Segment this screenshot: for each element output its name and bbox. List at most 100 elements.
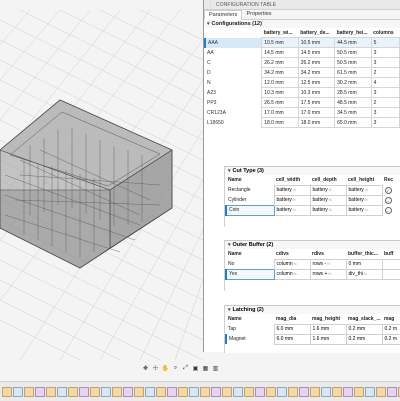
cell-value[interactable]: 12.5 mm <box>297 77 336 88</box>
cell-value[interactable]: 0.2 m <box>381 333 400 345</box>
cell-value[interactable]: 0 mm <box>345 258 383 270</box>
col-battery-depth[interactable]: battery_de... <box>298 28 334 38</box>
col-rdivs[interactable]: rdivs <box>310 249 346 259</box>
cell-value[interactable]: 17.0 mm <box>297 107 336 118</box>
timeline-feature[interactable] <box>79 386 89 397</box>
table-row[interactable]: L18650 18.0 mm 18.0 mm 65.0 mm 3 <box>205 117 400 128</box>
orbit-icon[interactable]: ✥ <box>142 365 149 372</box>
cell-value[interactable]: 4 <box>370 77 400 88</box>
timeline-feature[interactable] <box>211 386 221 397</box>
col-cell-depth[interactable]: cell_depth <box>310 175 346 185</box>
row-name[interactable]: Rectangle <box>226 185 274 195</box>
chevron-down-icon[interactable]: ▾ <box>228 307 231 313</box>
configurations-header[interactable]: ▾ Configurations (12) <box>204 20 400 28</box>
row-name[interactable]: Cylinder <box>226 195 274 205</box>
fx-icon[interactable]: fx <box>293 197 296 202</box>
fx-icon[interactable]: fx <box>294 261 297 266</box>
timeline-feature[interactable] <box>244 386 254 397</box>
fx-icon[interactable]: fx <box>329 187 332 192</box>
table-row[interactable]: No columnfx rows -fx 0 mm <box>226 258 400 270</box>
timeline-feature[interactable] <box>288 386 298 397</box>
table-row[interactable]: Cylinder batteryfx batteryfx batteryfx – <box>226 194 400 206</box>
cell-value[interactable]: 0.2 mm <box>345 323 383 335</box>
cell-value[interactable]: 10.5 mm <box>297 37 336 48</box>
col-cell-width[interactable]: cell_width <box>274 175 310 185</box>
table-row[interactable]: PP3 26.5 mm 17.5 mm 48.5 mm 2 <box>205 97 400 108</box>
timeline-feature[interactable] <box>365 386 375 397</box>
config-name[interactable]: N <box>205 78 262 88</box>
timeline-feature[interactable] <box>376 386 386 397</box>
toggle-cell[interactable]: ✓ <box>382 185 400 195</box>
grip-icon[interactable]: ⋮ <box>208 2 213 8</box>
col-cell-height[interactable]: cell_height <box>346 175 382 185</box>
cell-value[interactable]: columnfx <box>273 258 311 270</box>
tab-properties[interactable]: Properties <box>242 10 275 19</box>
viewports-icon[interactable]: ▥ <box>212 365 219 372</box>
timeline-feature[interactable] <box>354 386 364 397</box>
timeline-feature[interactable] <box>46 386 56 397</box>
timeline-feature[interactable] <box>90 386 100 397</box>
cell-value[interactable]: rows -fx <box>309 258 347 270</box>
timeline-feature[interactable] <box>321 386 331 397</box>
fx-icon[interactable]: fx <box>364 271 367 276</box>
cell-value[interactable]: 26.2 mm <box>261 57 299 68</box>
outer-buffer-header[interactable]: ▾ Outer Buffer (2) <box>225 241 400 249</box>
col-cdivs[interactable]: cdivs <box>274 249 310 259</box>
minus-icon[interactable]: – <box>384 196 392 204</box>
tab-parameters[interactable]: Parameters <box>204 10 243 20</box>
cell-value[interactable]: 34.2 mm <box>261 67 299 78</box>
timeline-feature[interactable] <box>112 386 122 397</box>
cell-value[interactable]: 26.5 mm <box>261 97 299 108</box>
table-row[interactable]: Rectangle batteryfx batteryfx batteryfx … <box>226 184 400 196</box>
fx-icon[interactable]: fx <box>365 207 368 212</box>
timeline-feature[interactable] <box>310 386 320 397</box>
cell-value[interactable]: 14.5 mm <box>261 47 299 58</box>
row-name[interactable]: Tap <box>226 324 274 334</box>
cell-value[interactable]: 10.3 mm <box>261 87 299 98</box>
fx-icon[interactable]: fx <box>329 197 332 202</box>
col-buffer-thickness[interactable]: buffer_thic... <box>346 249 382 259</box>
timeline-feature[interactable] <box>156 386 166 397</box>
check-icon[interactable]: ✓ <box>384 186 392 194</box>
timeline-feature[interactable] <box>57 386 67 397</box>
fx-icon[interactable]: fx <box>327 261 330 266</box>
cell-value[interactable]: 44.5 mm <box>334 37 372 48</box>
row-name[interactable]: Coin <box>225 204 275 216</box>
timeline-feature[interactable] <box>255 386 265 397</box>
table-row[interactable]: D 34.2 mm 34.2 mm 61.5 mm 2 <box>205 67 400 78</box>
cell-value[interactable]: 2 <box>370 97 400 108</box>
table-row[interactable]: Magnet 6.0 mm 1.6 mm 0.2 mm 0.2 m <box>225 333 400 345</box>
cell-value[interactable]: 1.6 mm <box>309 323 347 335</box>
cell-value[interactable]: 1.6 mm <box>309 333 347 345</box>
cell-value[interactable]: batteryfx <box>345 194 383 206</box>
cell-value[interactable] <box>381 268 400 280</box>
col-battery-height[interactable]: battery_hei... <box>335 28 371 38</box>
cell-value[interactable]: 12.0 mm <box>261 77 299 88</box>
col-name[interactable]: Name <box>226 314 274 324</box>
fx-icon[interactable]: fx <box>293 207 296 212</box>
grid-settings-icon[interactable]: ▦ <box>202 365 209 372</box>
cell-value[interactable]: 5 <box>370 37 400 48</box>
config-name[interactable]: L18650 <box>205 118 262 128</box>
table-row[interactable]: Tap 6.0 mm 1.6 mm 0.2 mm 0.2 m <box>226 323 400 335</box>
table-row[interactable]: AA 14.5 mm 14.5 mm 50.5 mm 3 <box>205 47 400 58</box>
cell-value[interactable] <box>381 258 400 270</box>
row-name[interactable]: Yes <box>225 268 275 280</box>
cell-value[interactable]: 50.5 mm <box>334 57 372 68</box>
col-mag-slack[interactable]: mag_slack_... <box>346 314 382 324</box>
cell-value[interactable]: 61.5 mm <box>334 67 372 78</box>
timeline-feature[interactable] <box>387 386 397 397</box>
table-row[interactable]: C 26.2 mm 26.2 mm 50.5 mm 3 <box>205 57 400 68</box>
timeline-feature[interactable] <box>343 386 353 397</box>
col-columns[interactable]: columns <box>371 28 399 38</box>
chevron-down-icon[interactable]: ▾ <box>228 168 231 174</box>
cell-value[interactable]: batteryfx <box>273 204 311 216</box>
table-row[interactable]: Coin batteryfx batteryfx batteryfx – <box>225 204 400 216</box>
cell-value[interactable]: 18.0 mm <box>261 117 299 128</box>
row-name[interactable]: No <box>226 259 274 269</box>
pan-icon[interactable]: ☩ <box>152 365 159 372</box>
chevron-down-icon[interactable]: ▾ <box>207 21 210 27</box>
cell-value[interactable]: batteryfx <box>309 194 347 206</box>
col-name[interactable]: Name <box>226 175 274 185</box>
cut-type-header[interactable]: ▾ Cut Type (3) <box>225 167 400 175</box>
